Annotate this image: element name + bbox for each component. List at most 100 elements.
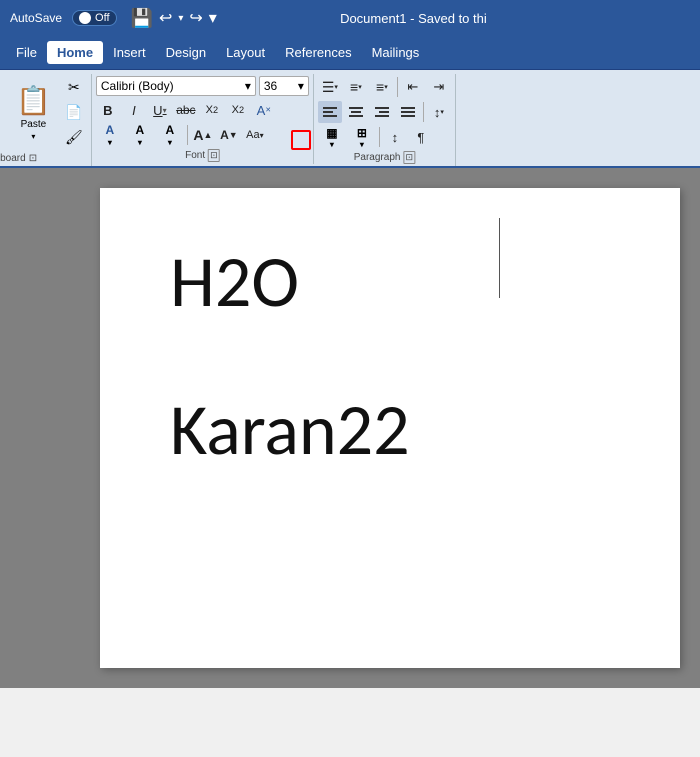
divider4 [379,127,380,147]
font-expand-icon[interactable]: ⊡ [208,149,220,162]
borders-icon: ⊞ [357,126,367,140]
font-section: Calibri (Body) ▾ 36 ▾ B I U▾ abc X2 X2 A… [92,74,314,164]
borders-button[interactable]: ⊞ ▾ [348,126,376,148]
ribbon: 📋 Paste ▾ ✂ 📄 🖌 Clipboard ⊡ Calibri (Bod… [0,70,700,168]
title-bar: AutoSave Off 💾 ↩ ▾ ↪ ▾ Document1 - Saved… [0,0,700,36]
menu-layout[interactable]: Layout [216,41,275,64]
paragraph-section: ☰▾ ≡▾ ≡▾ ⇤ ⇥ [314,74,456,166]
superscript-button[interactable]: X2 [226,99,250,121]
text-cursor [499,218,500,298]
highlight-color-button[interactable]: A ▾ [126,124,154,146]
font-size-controls-row: B I U▾ abc X2 X2 A✕ [96,99,309,121]
grow-font-button[interactable]: A▲ [191,124,215,146]
menu-bar: File Home Insert Design Layout Reference… [0,36,700,70]
shading-icon: ▦ [326,126,337,140]
save-icon[interactable]: 💾 [131,8,153,29]
redo-icon[interactable]: ↪ [189,8,202,28]
menu-home[interactable]: Home [47,41,103,64]
align-left-button[interactable] [318,101,342,123]
bullets-button[interactable]: ☰▾ [318,76,342,98]
paragraph-expand-icon[interactable]: ⊡ [403,151,415,164]
font-name-row: Calibri (Body) ▾ 36 ▾ [96,76,309,96]
align-left-icon [323,106,337,118]
menu-design[interactable]: Design [156,41,216,64]
line-spacing-button[interactable]: ↕▾ [427,101,451,123]
menu-insert[interactable]: Insert [103,41,156,64]
font-size-arrow: ▾ [298,79,304,93]
shading-arrow[interactable]: ▾ [330,140,334,149]
paste-dropdown-arrow[interactable]: ▾ [31,132,35,141]
shrink-font-button[interactable]: A▼ [217,124,241,146]
clipboard-right: ✂ 📄 🖌 [61,76,87,148]
paragraph-row2: ↕▾ [318,101,451,123]
highlight-arrow[interactable]: ▾ [138,138,142,147]
menu-references[interactable]: References [275,41,361,64]
cut-button[interactable]: ✂ [61,76,87,98]
font-color-row: A ▾ A ▾ A ▾ A▲ A▼ Aa▾ [96,124,309,146]
paste-label: Paste [21,119,47,130]
autosave-label: AutoSave [10,11,62,25]
font-size-value: 36 [264,79,277,93]
text-color-arrow[interactable]: ▾ [168,138,172,147]
sort-button[interactable]: ↕ [383,126,407,148]
menu-file[interactable]: File [6,41,47,64]
clear-formatting-button[interactable]: A✕ [252,99,276,121]
justify-icon [401,106,415,118]
change-case-button[interactable]: Aa▾ [243,124,267,146]
paragraph-section-label: Paragraph ⊡ [354,151,415,164]
toggle-state: Off [95,12,109,24]
document-page[interactable]: H2O Karan22 [100,188,680,668]
clipboard-label: Clipboard ⊡ [0,153,37,164]
paragraph-row3: ▦ ▾ ⊞ ▾ ↕ ¶ [318,126,451,148]
copy-button[interactable]: 📄 [61,101,87,123]
menu-mailings[interactable]: Mailings [362,41,430,64]
multilevel-button[interactable]: ≡▾ [370,76,394,98]
divider [187,125,188,145]
align-right-icon [375,106,389,118]
toggle-dot [79,12,91,24]
document-title: Document1 - Saved to thi [340,11,487,26]
document-text-h2o: H2O [170,238,630,326]
font-color-button[interactable]: A ▾ [96,124,124,146]
autosave-toggle[interactable]: Off [72,10,116,26]
paragraph-row1: ☰▾ ≡▾ ≡▾ ⇤ ⇥ [318,76,451,98]
customize-icon[interactable]: ▾ [209,8,217,28]
clipboard-expand-icon[interactable]: ⊡ [29,153,37,164]
highlight-label: A [136,123,145,137]
clipboard-section: 📋 Paste ▾ ✂ 📄 🖌 Clipboard ⊡ [6,74,92,166]
justify-button[interactable] [396,101,420,123]
font-dropdown-arrow: ▾ [245,79,251,93]
strikethrough-button[interactable]: abc [174,99,198,121]
font-name-value: Calibri (Body) [101,79,174,93]
font-color-arrow[interactable]: ▾ [108,138,112,147]
align-center-icon [349,106,363,118]
show-formatting-button[interactable]: ¶ [409,126,433,148]
borders-arrow[interactable]: ▾ [360,140,364,149]
font-section-label: Font ⊡ [185,149,220,162]
subscript-button[interactable]: X2 [200,99,224,121]
increase-indent-button[interactable]: ⇥ [427,76,451,98]
undo-icon[interactable]: ↩ [159,8,172,28]
document-text-karan: Karan22 [170,386,630,474]
title-bar-left: AutoSave Off 💾 ↩ ▾ ↪ ▾ [10,8,217,29]
numbering-button[interactable]: ≡▾ [344,76,368,98]
bold-button[interactable]: B [96,99,120,121]
decrease-indent-button[interactable]: ⇤ [401,76,425,98]
format-painter-button[interactable]: 🖌 [61,126,87,148]
underline-dropdown[interactable]: ▾ [163,106,167,115]
paste-icon: 📋 [16,84,51,117]
left-margin [20,188,100,668]
italic-button[interactable]: I [122,99,146,121]
align-center-button[interactable] [344,101,368,123]
font-color-label: A [106,123,115,137]
paste-button[interactable]: 📋 Paste ▾ [10,76,57,148]
font-size-dropdown[interactable]: 36 ▾ [259,76,309,96]
document-area: H2O Karan22 [0,168,700,688]
align-right-button[interactable] [370,101,394,123]
text-color-label: A [166,123,175,137]
undo-arrow[interactable]: ▾ [178,13,183,24]
font-name-dropdown[interactable]: Calibri (Body) ▾ [96,76,256,96]
underline-button[interactable]: U▾ [148,99,172,121]
text-color-button[interactable]: A ▾ [156,124,184,146]
shading-button[interactable]: ▦ ▾ [318,126,346,148]
